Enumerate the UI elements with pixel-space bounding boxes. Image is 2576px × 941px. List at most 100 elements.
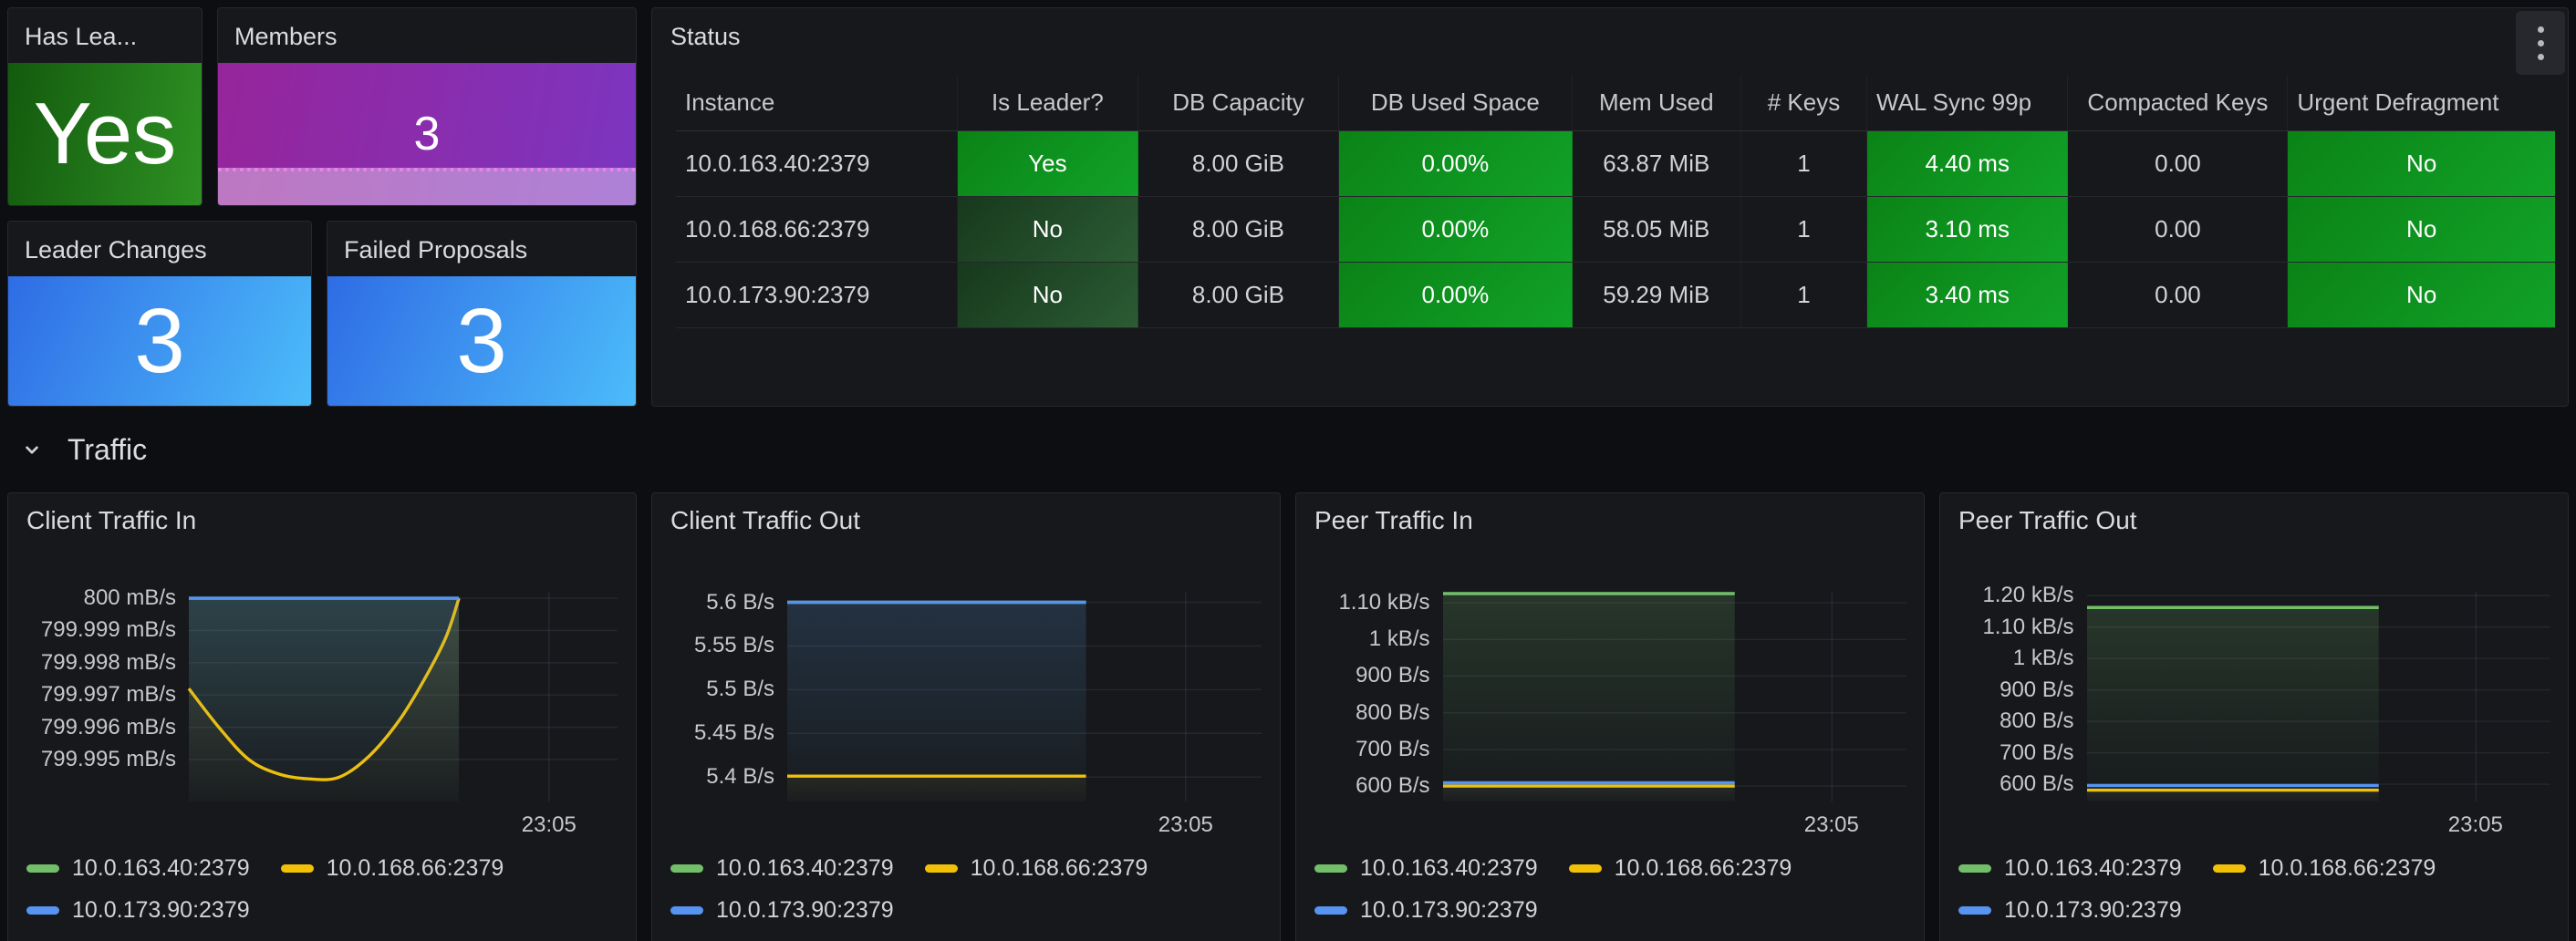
stat-panel-title[interactable]: Leader Changes — [8, 222, 311, 276]
table-header-cell[interactable]: Urgent Defragment — [2288, 75, 2555, 130]
table-header-cell[interactable]: DB Capacity — [1138, 75, 1339, 130]
legend-item[interactable]: 10.0.163.40:2379 — [670, 847, 894, 889]
y-axis-tick: 1 kB/s — [2013, 646, 2074, 671]
legend-item[interactable]: 10.0.173.90:2379 — [1958, 889, 2182, 931]
table-header-cell[interactable]: Is Leader? — [958, 75, 1138, 130]
legend: 10.0.163.40:2379 10.0.168.66:2379 10.0.173… — [670, 847, 1262, 931]
section-title: Traffic — [68, 433, 147, 467]
table-header-cell[interactable]: Instance — [676, 75, 958, 130]
table-cell: 0.00% — [1339, 197, 1572, 262]
legend-series-icon — [1569, 864, 1602, 873]
top-row: Has Lea... Yes Members 3 Leader Changes — [7, 7, 2569, 407]
table-cell: 3.10 ms — [1867, 197, 2068, 262]
legend-series-icon — [1314, 906, 1347, 915]
legend-item[interactable]: 10.0.168.66:2379 — [281, 847, 504, 889]
table-header-cell[interactable]: Compacted Keys — [2068, 75, 2288, 130]
table-cell: 4.40 ms — [1867, 131, 2068, 196]
table-header-cell[interactable]: WAL Sync 99p — [1867, 75, 2068, 130]
table-cell: 0.00 — [2068, 131, 2288, 196]
chart-panel: Client Traffic Out 5.6 B/s5.55 B/s5.5 B/… — [651, 492, 1281, 941]
plot-wrap: 800 mB/s799.999 mB/s799.998 mB/s799.997 … — [26, 592, 618, 801]
table-cell: 8.00 GiB — [1138, 197, 1339, 262]
chart-panel: Peer Traffic Out 1.20 kB/s1.10 kB/s1 kB/… — [1939, 492, 2569, 941]
stat-body: 3 — [327, 276, 636, 406]
stat-body: 3 — [8, 276, 311, 406]
legend-item[interactable]: 10.0.173.90:2379 — [26, 889, 250, 931]
y-axis-tick: 700 B/s — [2000, 740, 2073, 766]
plot-area — [787, 592, 1262, 801]
legend-label: 10.0.173.90:2379 — [1360, 897, 1538, 924]
x-axis-tick: 23:05 — [1804, 812, 1859, 838]
legend-series-icon — [2213, 864, 2246, 873]
table-cell: 1 — [1741, 197, 1867, 262]
table-cell: No — [2288, 263, 2555, 327]
table-cell: 58.05 MiB — [1573, 197, 1741, 262]
legend-label: 10.0.163.40:2379 — [72, 855, 250, 882]
legend-item[interactable]: 10.0.163.40:2379 — [26, 847, 250, 889]
legend-item[interactable]: 10.0.168.66:2379 — [2213, 847, 2436, 889]
kebab-menu-icon[interactable] — [2516, 11, 2565, 75]
legend-item[interactable]: 10.0.168.66:2379 — [1569, 847, 1792, 889]
chart-title[interactable]: Client Traffic Out — [670, 506, 1262, 535]
stat-panel-title[interactable]: Has Lea... — [8, 8, 202, 63]
y-axis-tick: 5.4 B/s — [706, 764, 774, 790]
table-cell: 1 — [1741, 263, 1867, 327]
table-header-cell[interactable]: DB Used Space — [1339, 75, 1572, 130]
legend-series-icon — [26, 906, 59, 915]
legend-series-icon — [281, 864, 314, 873]
legend-label: 10.0.163.40:2379 — [2004, 855, 2182, 882]
table-row: 10.0.163.40:2379Yes8.00 GiB0.00%63.87 Mi… — [676, 131, 2555, 197]
legend-series-icon — [925, 864, 958, 873]
plot-area — [189, 592, 618, 801]
status-table: InstanceIs Leader?DB CapacityDB Used Spa… — [676, 75, 2555, 328]
section-header-traffic[interactable]: Traffic — [7, 407, 2569, 492]
legend-label: 10.0.168.66:2379 — [327, 855, 504, 882]
y-axis-tick: 1 kB/s — [1369, 626, 1430, 652]
stat-panel-has-leader: Has Lea... Yes — [7, 7, 203, 206]
legend-label: 10.0.163.40:2379 — [1360, 855, 1538, 882]
plot-wrap: 1.20 kB/s1.10 kB/s1 kB/s900 B/s800 B/s70… — [1958, 592, 2550, 801]
legend-item[interactable]: 10.0.173.90:2379 — [670, 889, 894, 931]
plot-wrap: 1.10 kB/s1 kB/s900 B/s800 B/s700 B/s600 … — [1314, 592, 1906, 801]
y-axis-tick: 1.10 kB/s — [1338, 590, 1429, 615]
y-axis-tick: 799.997 mB/s — [41, 682, 176, 708]
y-axis-tick: 1.20 kB/s — [1982, 583, 2073, 608]
table-cell: Yes — [958, 131, 1138, 196]
chart-title[interactable]: Peer Traffic Out — [1958, 506, 2550, 535]
legend-label: 10.0.168.66:2379 — [971, 855, 1148, 882]
legend-label: 10.0.168.66:2379 — [1615, 855, 1792, 882]
y-axis-tick: 700 B/s — [1356, 737, 1429, 762]
y-axis-tick: 600 B/s — [1356, 773, 1429, 799]
legend-label: 10.0.173.90:2379 — [716, 897, 894, 924]
legend-series-icon — [1958, 906, 1991, 915]
table-cell: 0.00 — [2068, 263, 2288, 327]
stat-panel-title[interactable]: Members — [218, 8, 636, 63]
legend-series-icon — [670, 864, 703, 873]
legend-item[interactable]: 10.0.163.40:2379 — [1314, 847, 1538, 889]
charts-row: Client Traffic In 800 mB/s799.999 mB/s79… — [7, 492, 2569, 941]
status-panel-title[interactable]: Status — [652, 8, 2568, 51]
y-axis-tick: 799.998 mB/s — [41, 650, 176, 676]
table-header-cell[interactable]: Mem Used — [1573, 75, 1741, 130]
legend-item[interactable]: 10.0.168.66:2379 — [925, 847, 1148, 889]
x-axis-tick: 23:05 — [1158, 812, 1213, 838]
table-cell: No — [958, 197, 1138, 262]
stat-panel-members: Members 3 — [217, 7, 637, 206]
table-cell: 0.00 — [2068, 197, 2288, 262]
legend-item[interactable]: 10.0.163.40:2379 — [1958, 847, 2182, 889]
stat-cluster: Has Lea... Yes Members 3 Leader Changes — [7, 7, 637, 407]
x-axis: 23:05 — [189, 805, 618, 845]
stat-value: 3 — [414, 107, 441, 161]
table-cell: 63.87 MiB — [1573, 131, 1741, 196]
stat-value: 3 — [456, 289, 507, 394]
dashboard: Has Lea... Yes Members 3 Leader Changes — [0, 0, 2576, 941]
stat-panel-title[interactable]: Failed Proposals — [327, 222, 636, 276]
chart-title[interactable]: Peer Traffic In — [1314, 506, 1906, 535]
y-axis-tick: 799.995 mB/s — [41, 747, 176, 772]
chart-title[interactable]: Client Traffic In — [26, 506, 618, 535]
y-axis-tick: 5.55 B/s — [694, 633, 774, 658]
table-cell: 10.0.168.66:2379 — [676, 197, 958, 262]
table-header-cell[interactable]: # Keys — [1741, 75, 1867, 130]
legend-item[interactable]: 10.0.173.90:2379 — [1314, 889, 1538, 931]
table-cell: 1 — [1741, 131, 1867, 196]
